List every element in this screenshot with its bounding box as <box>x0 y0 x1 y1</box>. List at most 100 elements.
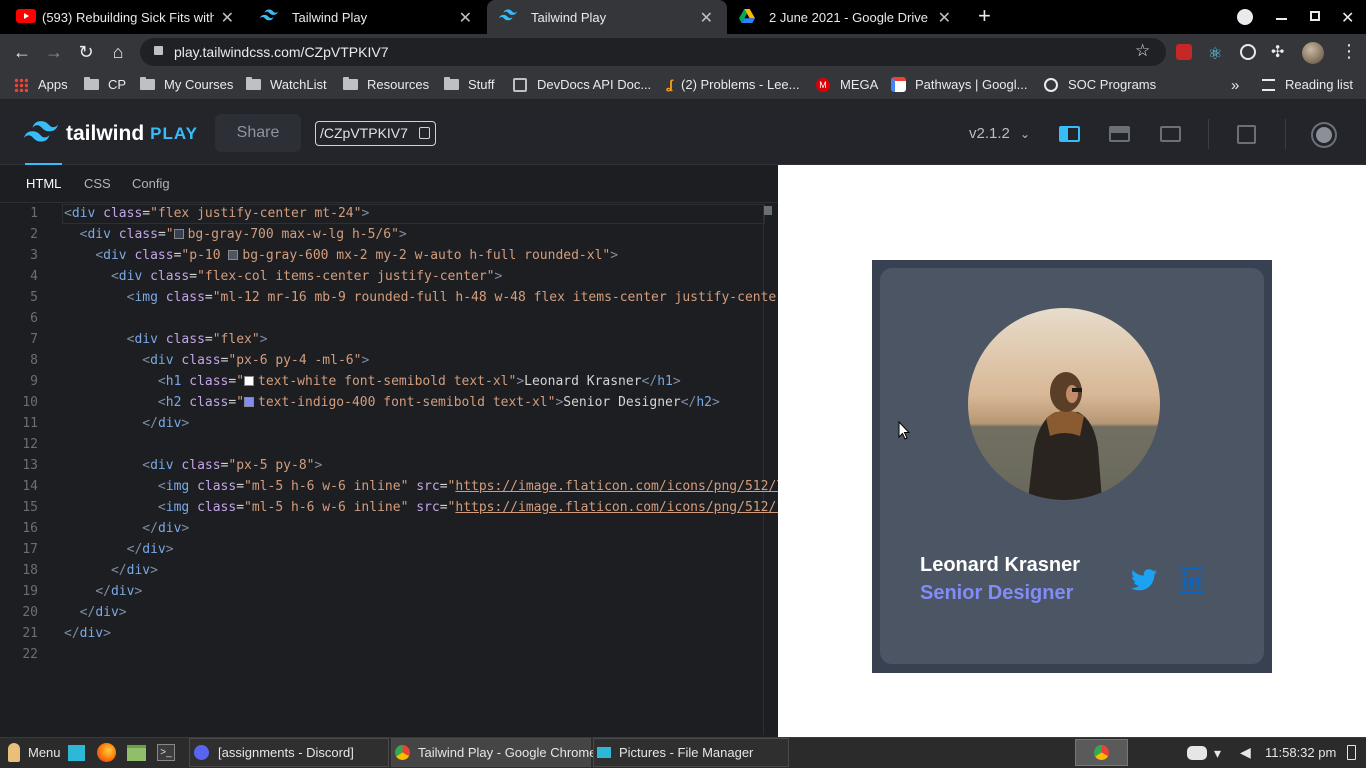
bookmark-folder[interactable]: Stuff <box>444 77 495 92</box>
share-button[interactable]: Share <box>215 114 301 152</box>
code-line: 12 <box>22 437 38 452</box>
react-devtools-icon[interactable]: ⚛ <box>1208 44 1222 64</box>
tab-search-icon[interactable] <box>1237 9 1253 25</box>
puzzle-icon[interactable]: ✣ <box>1271 42 1284 62</box>
menu-kebab-icon[interactable]: ⋮ <box>1340 42 1358 60</box>
bookmark-pathways[interactable]: Pathways | Googl... <box>891 77 1028 92</box>
bookmark-soc[interactable]: SOC Programs <box>1044 77 1156 92</box>
tab-config[interactable]: Config <box>132 176 170 191</box>
browser-tab-bar: (593) Rebuilding Sick Fits with ✕ Tailwi… <box>0 0 1366 34</box>
new-tab-button[interactable]: + <box>978 5 991 27</box>
playground-id-button[interactable]: /CZpVTPKIV7 <box>315 121 436 146</box>
close-tab-icon[interactable]: ✕ <box>221 8 234 28</box>
copy-icon <box>419 127 430 139</box>
folder-icon <box>597 747 611 758</box>
code-line: 9 <h1 class=" text-white font-semibold te… <box>30 374 681 389</box>
twitter-icon[interactable] <box>1131 569 1157 596</box>
chrome-icon <box>395 745 410 760</box>
discord-tray-icon[interactable] <box>1187 746 1207 760</box>
code-line: 4 <div class="flex-col items-center just… <box>30 269 503 284</box>
folder-icon <box>343 77 358 90</box>
firefox-icon[interactable] <box>97 743 116 762</box>
layout-split-vertical-icon[interactable] <box>1059 126 1080 142</box>
tab-title: Tailwind Play <box>292 9 368 25</box>
tailwind-logo[interactable]: tailwind PLAY <box>24 121 198 147</box>
chevron-down-icon: ⌄ <box>1020 127 1031 141</box>
volume-icon[interactable]: ◀ <box>1240 744 1251 761</box>
terminal-icon[interactable]: >_ <box>157 744 175 761</box>
bookmark-folder[interactable]: WatchList <box>246 77 327 92</box>
close-window-icon[interactable]: ✕ <box>1341 8 1354 28</box>
header-divider <box>1285 119 1286 149</box>
reload-icon[interactable]: ↻ <box>76 42 96 62</box>
tailwind-icon <box>24 121 58 147</box>
theme-sun-icon[interactable] <box>1316 127 1332 143</box>
browser-tab[interactable]: Tailwind Play ✕ <box>248 0 486 34</box>
editor-tabs <box>0 165 778 203</box>
responsive-design-icon[interactable] <box>1237 125 1256 144</box>
bookmark-leetcode[interactable]: ʆ (2) Problems - Lee... <box>666 77 800 92</box>
bookmark-star-icon[interactable]: ☆ <box>1135 41 1150 61</box>
bookmark-folder[interactable]: My Courses <box>140 77 233 92</box>
files-icon[interactable] <box>127 745 146 761</box>
close-tab-icon[interactable]: ✕ <box>700 8 713 28</box>
tab-css[interactable]: CSS <box>84 176 111 191</box>
code-line: 13 <div class="px-5 py-8"> <box>22 458 323 473</box>
clock: 11:58:32 pm <box>1265 745 1337 760</box>
browser-tab[interactable]: (593) Rebuilding Sick Fits with ✕ <box>0 0 248 34</box>
globe-icon <box>1044 77 1058 92</box>
chrome-icon <box>1094 745 1109 760</box>
linkedin-icon[interactable] <box>1178 567 1205 598</box>
tab-title: 2 June 2021 - Google Drive <box>769 9 928 25</box>
reading-list-icon <box>1262 78 1275 91</box>
minimize-icon[interactable] <box>1276 18 1287 20</box>
menu-button[interactable]: Menu <box>28 745 61 760</box>
restore-icon[interactable] <box>1310 11 1320 21</box>
forward-icon[interactable]: → <box>44 42 64 62</box>
tab-title: (593) Rebuilding Sick Fits with <box>42 9 214 25</box>
lock-icon[interactable] <box>154 46 163 55</box>
layout-split-horizontal-icon[interactable] <box>1109 126 1130 142</box>
back-icon[interactable]: ← <box>12 42 32 62</box>
browser-tab-active[interactable]: Tailwind Play ✕ <box>487 0 727 34</box>
active-tab-indicator <box>25 163 62 165</box>
code-line: 8 <div class="px-6 py-4 -ml-6"> <box>30 353 370 368</box>
logo-text: tailwind <box>66 122 145 145</box>
mint-menu-icon[interactable] <box>8 743 20 762</box>
tab-title: Tailwind Play <box>531 9 607 25</box>
bookmark-folder[interactable]: CP <box>84 77 126 92</box>
color-picker-icon[interactable] <box>1240 44 1256 60</box>
extension-icon[interactable] <box>1176 44 1192 60</box>
leetcode-icon: ʆ <box>666 77 674 92</box>
layout-preview-only-icon[interactable] <box>1160 126 1181 142</box>
close-tab-icon[interactable]: ✕ <box>938 8 951 28</box>
bookmark-apps[interactable]: Apps <box>14 77 68 92</box>
code-line: 5 <img class="ml-12 mr-16 mb-9 rounded-f… <box>30 290 778 305</box>
mouse-cursor-icon <box>898 420 911 445</box>
version-select[interactable]: v2.1.2 ⌄ <box>969 125 1030 142</box>
bookmark-folder[interactable]: Resources <box>343 77 429 92</box>
battery-icon[interactable] <box>1347 745 1356 760</box>
show-desktop-icon[interactable] <box>68 745 85 761</box>
bookmarks-overflow-icon[interactable]: » <box>1231 77 1239 94</box>
reading-list-button[interactable]: Reading list <box>1262 77 1353 92</box>
home-icon[interactable]: ⌂ <box>108 42 128 62</box>
code-line: 1 <div class="flex justify-center mt-24"> <box>30 206 370 221</box>
bookmark-devdocs[interactable]: DevDocs API Doc... <box>513 77 651 92</box>
folder-icon <box>140 77 155 90</box>
tab-html[interactable]: HTML <box>26 176 61 191</box>
code-line: 20 </div> <box>22 605 127 620</box>
apps-grid-icon <box>14 77 28 92</box>
avatar[interactable] <box>1302 42 1324 64</box>
close-tab-icon[interactable]: ✕ <box>459 8 472 28</box>
browser-tab[interactable]: 2 June 2021 - Google Drive ✕ <box>727 0 965 34</box>
taskbar-window-label: Tailwind Play - Google Chrome <box>418 745 597 760</box>
google-icon <box>891 77 906 92</box>
code-line: 3 <div class="p-10 bg-gray-600 mx-2 my-2… <box>30 248 619 263</box>
folder-icon <box>444 77 459 90</box>
tailwind-icon <box>260 9 278 25</box>
bookmark-mega[interactable]: M MEGA <box>816 77 878 92</box>
url-text[interactable]: play.tailwindcss.com/CZpVTPKIV7 <box>174 44 388 60</box>
code-line: 18 </div> <box>22 563 158 578</box>
network-icon[interactable]: ▾ <box>1214 745 1221 762</box>
